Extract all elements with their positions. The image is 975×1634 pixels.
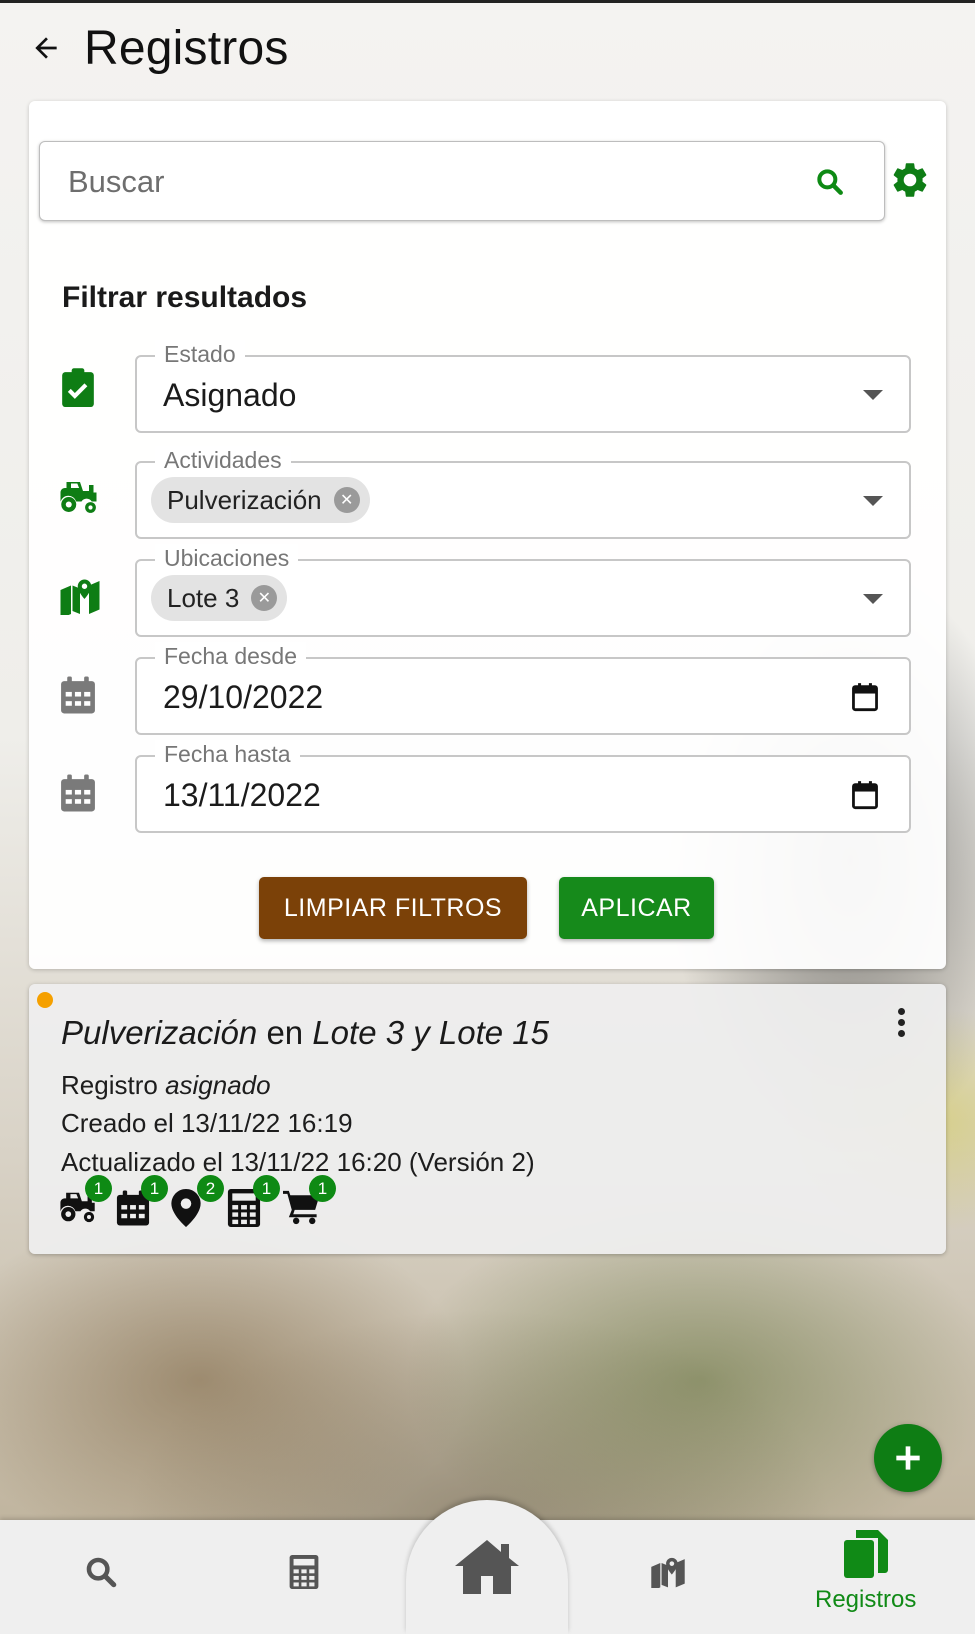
nav-calculator[interactable] xyxy=(289,1555,319,1589)
location-badge: 2 xyxy=(171,1175,227,1229)
search-icon xyxy=(86,1557,117,1588)
add-record-button[interactable] xyxy=(874,1424,942,1492)
status-dot xyxy=(37,992,53,1008)
location-pin-icon xyxy=(171,1189,201,1227)
chip-remove-icon[interactable]: ✕ xyxy=(251,585,278,611)
app-header: Registros xyxy=(28,18,289,78)
record-locations: Lote 3 y Lote 15 xyxy=(312,1014,550,1051)
actividad-chip-label: Pulverización xyxy=(167,484,322,515)
map-location-icon xyxy=(651,1557,685,1588)
home-icon xyxy=(455,1540,519,1594)
badge-count: 2 xyxy=(197,1175,224,1202)
arrow-left-icon xyxy=(35,37,57,59)
nav-search[interactable] xyxy=(84,1555,118,1589)
calendar-icon xyxy=(61,774,95,812)
actividades-select[interactable]: Actividades Pulverización ✕ xyxy=(135,446,911,539)
chevron-down-icon xyxy=(863,594,883,604)
actividad-chip[interactable]: Pulverización ✕ xyxy=(151,477,370,523)
record-badges: 1 1 2 1 1 xyxy=(59,1175,339,1229)
badge-count: 1 xyxy=(85,1175,112,1202)
calendar-picker-icon[interactable] xyxy=(851,682,879,712)
calculator-badge: 1 xyxy=(227,1175,283,1229)
nav-registros-label: Registros xyxy=(815,1586,917,1613)
badge-count: 1 xyxy=(309,1175,336,1202)
tractor-badge: 1 xyxy=(59,1175,115,1229)
estado-select[interactable]: Estado Asignado xyxy=(135,340,911,433)
copy-files-icon xyxy=(843,1530,888,1578)
apply-filters-button[interactable]: APLICAR xyxy=(559,877,714,939)
actividades-label: Actividades xyxy=(155,446,291,474)
fecha-hasta-label: Fecha hasta xyxy=(155,740,300,768)
record-status-prefix: Registro xyxy=(61,1070,158,1100)
back-button[interactable] xyxy=(28,30,64,66)
estado-value: Asignado xyxy=(163,377,297,413)
search-placeholder: Buscar xyxy=(68,164,165,199)
calendar-badge: 1 xyxy=(115,1175,171,1229)
page-title: Registros xyxy=(84,21,289,75)
filters-panel: Buscar Filtrar resultados Estado Asignad… xyxy=(29,101,946,969)
gear-icon[interactable] xyxy=(889,159,931,201)
record-status-value: asignado xyxy=(165,1070,271,1100)
estado-label: Estado xyxy=(155,340,245,368)
record-activity: Pulverización xyxy=(61,1014,258,1051)
record-status: Registro asignado xyxy=(61,1070,271,1101)
clear-filters-button[interactable]: LIMPIAR FILTROS xyxy=(259,877,527,939)
record-updated: Actualizado el 13/11/22 16:20 (Versión 2… xyxy=(61,1147,535,1177)
record-title-connector: en xyxy=(266,1014,304,1051)
status-bar-edge xyxy=(0,0,975,3)
ubicacion-chip[interactable]: Lote 3 ✕ xyxy=(151,575,288,621)
nav-registros[interactable]: Registros xyxy=(815,1530,916,1614)
map-location-icon xyxy=(60,579,100,615)
record-created: Creado el 13/11/22 16:19 xyxy=(61,1108,353,1138)
record-card[interactable]: Pulverización en Lote 3 y Lote 15 Regist… xyxy=(29,984,946,1254)
tractor-icon xyxy=(60,482,97,513)
clipboard-check-icon xyxy=(62,368,94,407)
cart-badge: 1 xyxy=(283,1175,339,1229)
search-input[interactable]: Buscar xyxy=(39,141,885,221)
calendar-icon xyxy=(61,676,95,714)
chevron-down-icon xyxy=(863,390,883,400)
fecha-desde-label: Fecha desde xyxy=(155,642,306,670)
search-icon[interactable] xyxy=(814,166,846,198)
filters-title: Filtrar resultados xyxy=(62,281,308,314)
record-title: Pulverización en Lote 3 y Lote 15 xyxy=(61,1014,549,1052)
fecha-hasta-value: 13/11/2022 xyxy=(163,777,321,813)
nav-map[interactable] xyxy=(650,1556,686,1588)
chip-remove-icon[interactable]: ✕ xyxy=(333,487,360,513)
plus-icon xyxy=(896,1446,920,1470)
fecha-desde-value: 29/10/2022 xyxy=(163,679,324,715)
calendar-picker-icon[interactable] xyxy=(851,780,879,810)
fecha-hasta-input[interactable]: Fecha hasta 13/11/2022 xyxy=(135,740,911,833)
badge-count: 1 xyxy=(141,1175,168,1202)
nav-home[interactable] xyxy=(455,1540,519,1594)
badge-count: 1 xyxy=(253,1175,280,1202)
ubicacion-chip-label: Lote 3 xyxy=(167,582,240,613)
ubicaciones-select[interactable]: Ubicaciones Lote 3 ✕ xyxy=(135,544,911,637)
fecha-desde-input[interactable]: Fecha desde 29/10/2022 xyxy=(135,642,911,735)
more-options-icon[interactable] xyxy=(898,1008,908,1041)
chevron-down-icon xyxy=(863,496,883,506)
calculator-icon xyxy=(289,1555,319,1589)
ubicaciones-label: Ubicaciones xyxy=(155,544,299,572)
